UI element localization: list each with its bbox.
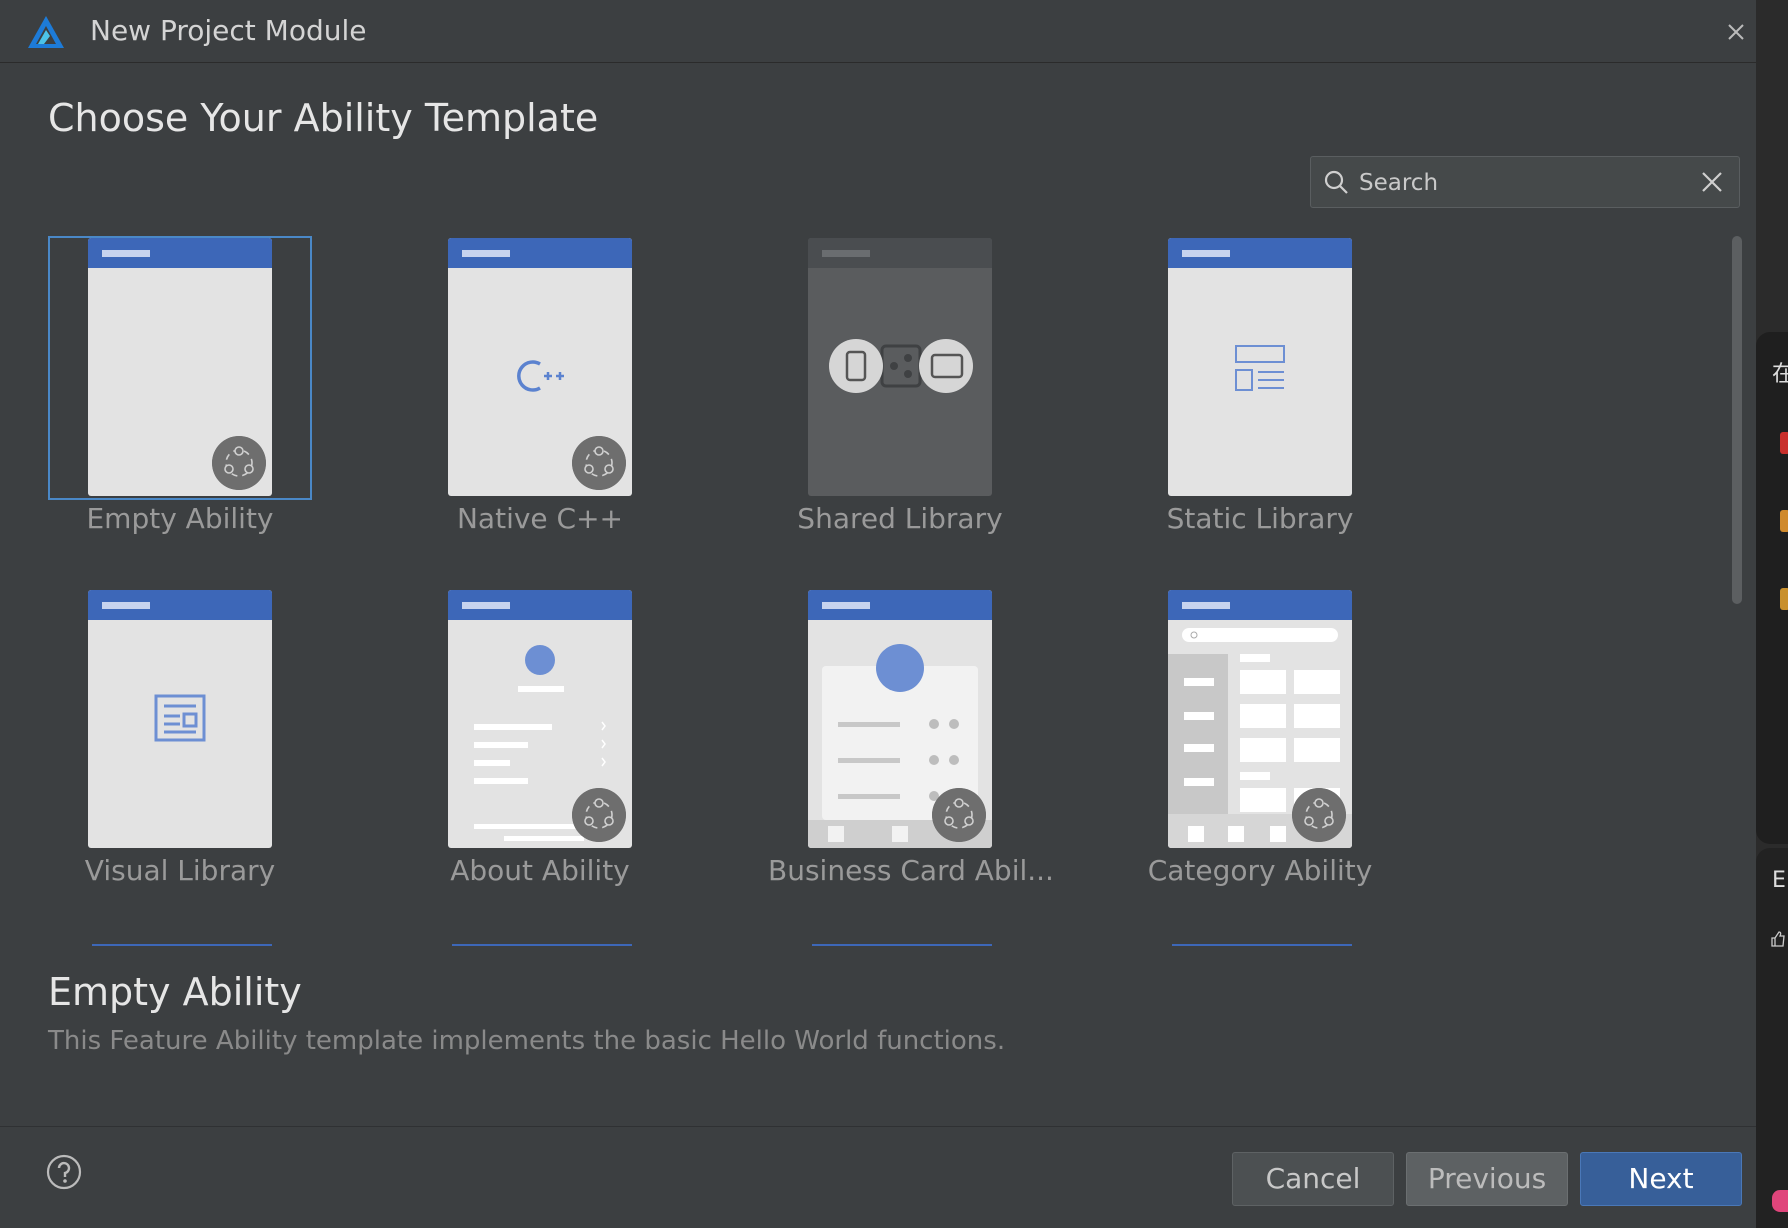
selected-template-description: This Feature Ability template implements… bbox=[48, 1026, 1006, 1056]
template-thumbnail bbox=[448, 238, 632, 496]
thumbs-up-icon[interactable] bbox=[1770, 930, 1786, 948]
ability-badge-icon bbox=[572, 436, 626, 490]
side-notification-badge[interactable] bbox=[1772, 1190, 1788, 1212]
clear-search-icon[interactable] bbox=[1699, 169, 1725, 195]
template-label: Shared Library bbox=[797, 502, 1003, 535]
template-thumbnail bbox=[808, 238, 992, 496]
search-box[interactable] bbox=[1310, 156, 1740, 208]
cancel-button[interactable]: Cancel bbox=[1232, 1152, 1394, 1206]
side-orange-marker bbox=[1780, 510, 1788, 532]
template-about-ability[interactable]: About Ability bbox=[408, 588, 672, 888]
side-text-lower: E bbox=[1772, 868, 1786, 893]
ability-badge-icon bbox=[212, 436, 266, 490]
template-label: About Ability bbox=[450, 854, 630, 887]
template-grid: Empty Ability Native C++ Shared Library … bbox=[48, 236, 1728, 956]
template-empty-ability[interactable]: Empty Ability bbox=[48, 236, 312, 536]
side-text: 在 bbox=[1772, 362, 1788, 387]
visual-library-icon bbox=[154, 694, 206, 742]
template-thumbnail bbox=[1168, 590, 1352, 848]
search-input[interactable] bbox=[1357, 165, 1681, 201]
ability-badge-icon bbox=[932, 788, 986, 842]
row-divider bbox=[1172, 944, 1352, 946]
grid-scrollbar[interactable] bbox=[1732, 236, 1742, 604]
help-icon[interactable] bbox=[46, 1154, 82, 1190]
template-label: Empty Ability bbox=[86, 502, 274, 535]
template-thumbnail bbox=[808, 590, 992, 848]
template-label: Static Library bbox=[1166, 502, 1354, 535]
previous-button[interactable]: Previous bbox=[1406, 1152, 1568, 1206]
template-thumbnail bbox=[1168, 238, 1352, 496]
template-thumbnail bbox=[88, 238, 272, 496]
template-thumbnail bbox=[88, 590, 272, 848]
row-divider bbox=[92, 944, 272, 946]
row-divider bbox=[452, 944, 632, 946]
template-business-card-ability[interactable]: Business Card Abil... bbox=[768, 588, 1054, 888]
cpp-icon bbox=[517, 360, 564, 392]
template-static-library[interactable]: Static Library bbox=[1128, 236, 1392, 536]
row-divider bbox=[812, 944, 992, 946]
dialog-titlebar: New Project Module bbox=[0, 0, 1756, 63]
side-red-marker bbox=[1780, 432, 1788, 454]
close-icon[interactable] bbox=[1722, 18, 1750, 46]
template-native-cpp[interactable]: Native C++ bbox=[408, 236, 672, 536]
page-title: Choose Your Ability Template bbox=[48, 96, 599, 140]
shared-devices-icon bbox=[829, 339, 973, 393]
template-label: Category Ability bbox=[1147, 854, 1373, 887]
template-category-ability[interactable]: Category Ability bbox=[1128, 588, 1392, 888]
template-shared-library[interactable]: Shared Library bbox=[768, 236, 1032, 536]
next-button[interactable]: Next bbox=[1580, 1152, 1742, 1206]
window-title: New Project Module bbox=[90, 14, 367, 47]
ability-badge-icon bbox=[1292, 788, 1346, 842]
footer-divider bbox=[0, 1126, 1756, 1127]
template-label: Business Card Abil... bbox=[768, 854, 1054, 887]
deveco-logo-icon bbox=[28, 16, 64, 48]
template-thumbnail bbox=[448, 590, 632, 848]
template-visual-library[interactable]: Visual Library bbox=[48, 588, 312, 888]
side-panel-lower bbox=[1756, 848, 1788, 1228]
static-library-icon bbox=[1235, 345, 1285, 391]
ability-badge-icon bbox=[572, 788, 626, 842]
template-label: Native C++ bbox=[456, 502, 624, 535]
template-label: Visual Library bbox=[84, 854, 276, 887]
search-icon bbox=[1324, 170, 1348, 194]
selected-template-title: Empty Ability bbox=[48, 970, 302, 1014]
side-amber-marker bbox=[1780, 588, 1788, 610]
